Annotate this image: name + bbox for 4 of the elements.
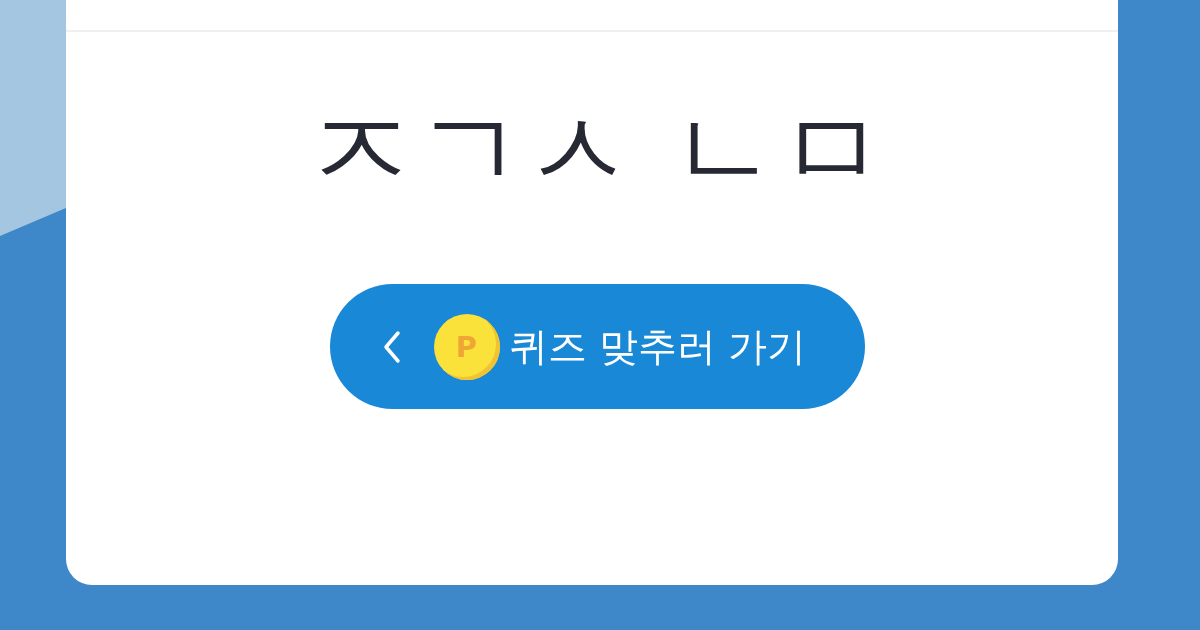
- consonant-hint: ㅈㄱㅅ ㄴㅁ: [306, 88, 888, 213]
- coin-icon: P: [433, 313, 500, 380]
- go-to-quiz-button[interactable]: P 퀴즈 맞추러 가기: [329, 284, 865, 410]
- chevron-left-icon: [381, 329, 402, 364]
